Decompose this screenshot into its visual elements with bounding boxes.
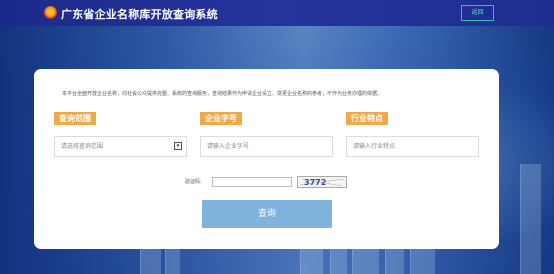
- captcha-input[interactable]: [212, 177, 292, 187]
- query-scope-select[interactable]: 请选择查询范围 ▾: [54, 136, 187, 157]
- captcha-text: 3772: [304, 178, 326, 187]
- query-scope-value: 请选择查询范围: [61, 143, 104, 150]
- chevron-down-icon[interactable]: ▾: [174, 142, 182, 150]
- notice-text: 本平台全面开放企业名称，向社会公众提供完整、系统的查询服务，查询结果作为申请企业…: [62, 91, 383, 97]
- industry-input[interactable]: 请输入行业特点: [346, 136, 479, 157]
- query-scope-label: 查询范围: [54, 112, 96, 125]
- top-bar: 广东省企业名称库开放查询系统 返回: [0, 0, 554, 26]
- captcha-image[interactable]: 3772: [297, 176, 347, 188]
- back-button[interactable]: 返回: [461, 5, 494, 21]
- industry-label: 行业特点: [346, 112, 388, 125]
- captcha-label: 验证码:: [185, 179, 202, 185]
- page-title: 广东省企业名称库开放查询系统: [61, 8, 218, 21]
- query-card: 本平台全面开放企业名称，向社会公众提供完整、系统的查询服务，查询结果作为申请企业…: [34, 69, 499, 249]
- company-name-label: 企业字号: [200, 112, 242, 125]
- search-button[interactable]: 查询: [202, 200, 332, 228]
- company-name-input[interactable]: 请输入企业字号: [200, 136, 333, 157]
- emblem-icon: [44, 6, 57, 19]
